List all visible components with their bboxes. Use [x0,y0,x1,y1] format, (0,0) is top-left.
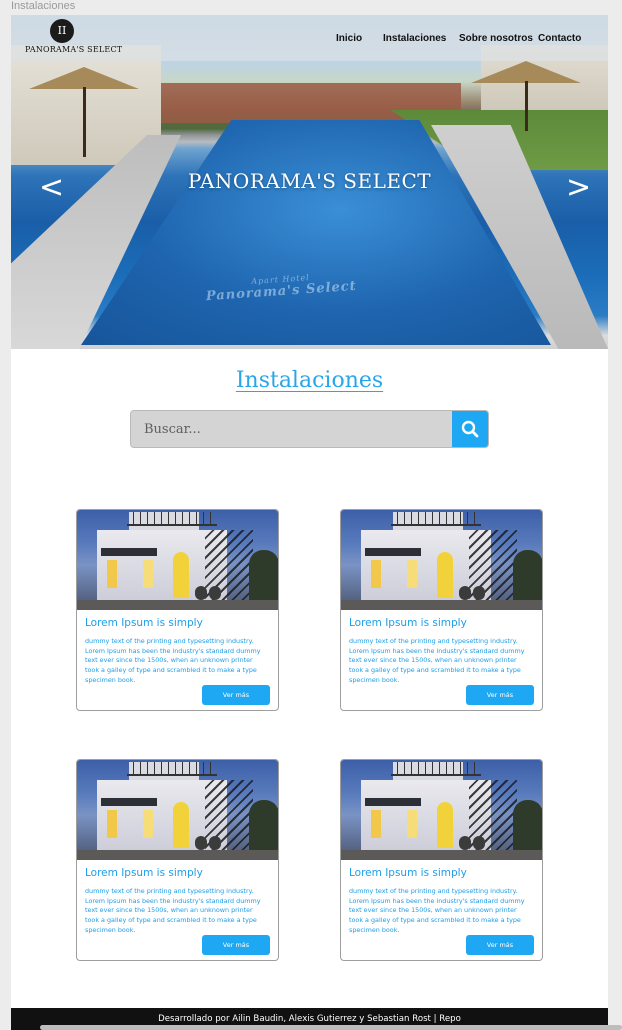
photo-window [107,560,117,588]
hero-carousel: Apart Hotel Panorama's Select II PANORAM… [11,15,608,349]
photo-plant-pot [473,836,485,850]
photo-plant-pot [459,836,471,850]
horizontal-scrollbar[interactable] [40,1025,622,1030]
photo-ground [77,600,278,610]
logo-mark: II [50,19,74,43]
photo-window [371,810,381,838]
facility-card: Lorem Ipsum is simply dummy text of the … [340,509,543,711]
nav-link-inicio[interactable]: Inicio [336,33,362,44]
photo-door [173,802,189,848]
nav-link-contacto[interactable]: Contacto [538,33,581,44]
card-title: Lorem Ipsum is simply [349,867,467,879]
ver-mas-button[interactable]: Ver más [466,685,534,705]
facility-photo [341,510,542,610]
facility-photo [341,760,542,860]
hero-photo-pole [525,81,528,131]
photo-railing [391,762,481,776]
ver-mas-button[interactable]: Ver más [466,935,534,955]
section-title: Instalaciones [235,368,384,393]
photo-door [173,552,189,598]
card-text: dummy text of the printing and typesetti… [85,637,261,684]
ver-mas-button[interactable]: Ver más [202,935,270,955]
search-button[interactable] [452,411,488,447]
photo-awning [101,548,157,556]
photo-railing [391,512,481,526]
facility-card: Lorem Ipsum is simply dummy text of the … [340,759,543,961]
photo-ground [341,850,542,860]
chevron-right-icon[interactable]: > [566,173,591,203]
card-text: dummy text of the printing and typesetti… [349,637,525,684]
photo-plant-pot [209,586,221,600]
logo[interactable]: II PANORAMA'S SELECT [25,19,123,59]
card-text: dummy text of the printing and typesetti… [85,887,261,934]
facility-photo [77,760,278,860]
facility-card: Lorem Ipsum is simply dummy text of the … [76,509,279,711]
nav-link-sobre-nosotros[interactable]: Sobre nosotros [459,33,533,44]
ver-mas-button[interactable]: Ver más [202,685,270,705]
card-text: dummy text of the printing and typesetti… [349,887,525,934]
photo-plant-pot [459,586,471,600]
photo-window [407,560,417,588]
card-title: Lorem Ipsum is simply [349,617,467,629]
card-title: Lorem Ipsum is simply [85,617,203,629]
photo-window [371,560,381,588]
photo-plant-pot [195,836,207,850]
search-input[interactable] [131,411,453,447]
photo-awning [365,798,421,806]
page: Apart Hotel Panorama's Select II PANORAM… [11,15,608,1030]
photo-plant-pot [209,836,221,850]
nav-link-instalaciones[interactable]: Instalaciones [383,33,446,44]
photo-railing [127,512,217,526]
hero-title: PANORAMA'S SELECT [187,169,432,193]
navbar: II PANORAMA'S SELECT Inicio Instalacione… [11,15,608,61]
photo-window [143,560,153,588]
photo-window [407,810,417,838]
photo-ground [341,600,542,610]
photo-awning [365,548,421,556]
card-title: Lorem Ipsum is simply [85,867,203,879]
search-icon [461,420,479,438]
photo-door [437,552,453,598]
frame-label: Instalaciones [11,0,76,12]
photo-window [107,810,117,838]
facility-card: Lorem Ipsum is simply dummy text of the … [76,759,279,961]
footer-text: Desarrollado por Ailin Baudin, Alexis Gu… [158,1014,461,1024]
photo-door [437,802,453,848]
logo-name: PANORAMA'S SELECT [25,45,123,54]
photo-awning [101,798,157,806]
photo-railing [127,762,217,776]
photo-plant-pot [473,586,485,600]
hero-photo-pole [83,87,86,157]
facility-photo [77,510,278,610]
photo-ground [77,850,278,860]
photo-window [143,810,153,838]
photo-plant-pot [195,586,207,600]
search-bar [130,410,489,448]
